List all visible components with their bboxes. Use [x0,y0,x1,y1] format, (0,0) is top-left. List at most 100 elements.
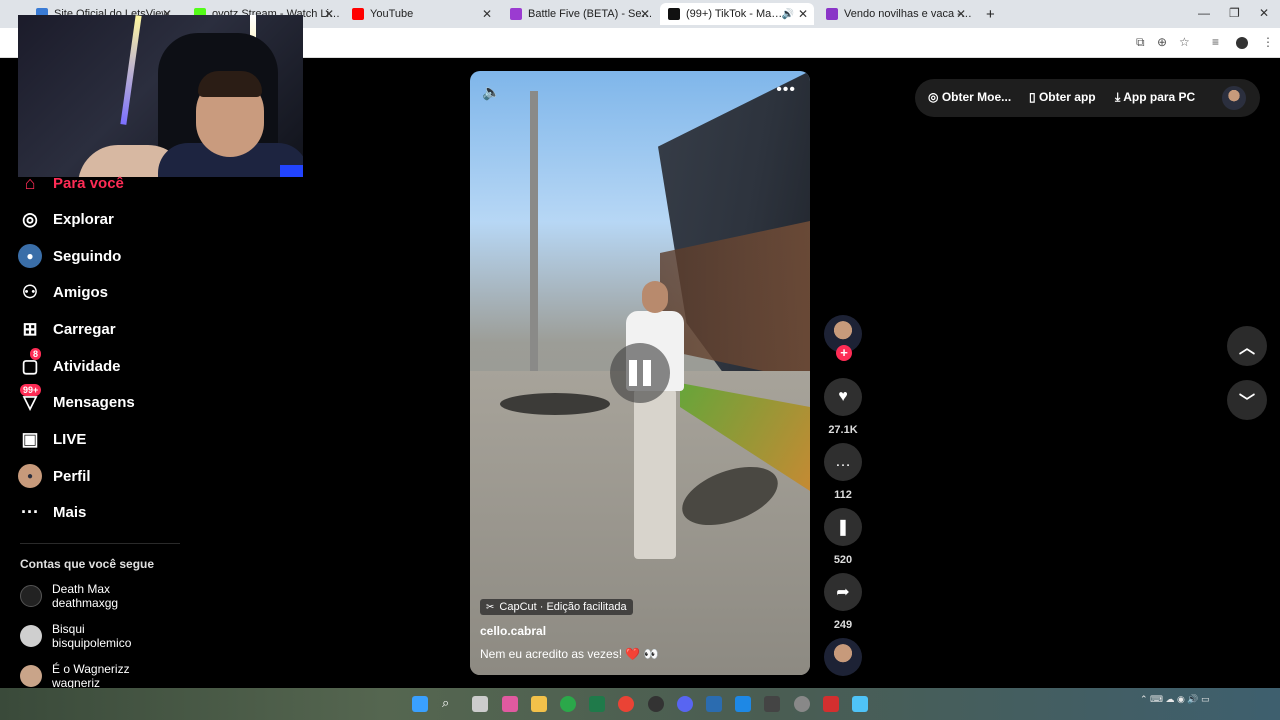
activity-icon: ▢ 8 [18,348,42,378]
close-icon[interactable]: ✕ [324,7,334,21]
sidebar-item-seguindo[interactable]: ● Seguindo [18,241,198,271]
get-coins-button[interactable]: ◎ Obter Moe... [928,90,1011,104]
widgets-icon[interactable] [502,696,518,712]
video-caption: Nem eu acredito as vezes! ❤️ 👀 [480,647,659,661]
tab-olx[interactable]: Vendo novilhas e vaca - Anima ✕ [818,3,972,25]
app-icon[interactable] [706,696,722,712]
messages-badge: 99+ [20,384,42,396]
install-icon[interactable]: ⧉ [1136,35,1145,50]
led-light [120,15,142,125]
more-icon: ··· [21,501,39,522]
chevron-down-icon: ﹀ [1238,394,1255,411]
reading-list-icon[interactable]: ≡ [1212,35,1219,49]
tiktok-icon [668,8,680,20]
zoom-icon[interactable]: ⊕ [1157,35,1167,49]
next-video-button[interactable]: ﹀ [1227,380,1267,420]
more-options-icon[interactable]: ••• [776,81,796,99]
save-button[interactable]: ❚ [824,508,862,546]
app-icon[interactable] [764,696,780,712]
capcut-badge[interactable]: ✂ CapCut · Edição facilitada [480,599,633,615]
new-tab-button[interactable]: + [978,3,998,25]
following-icon: ● [18,244,42,268]
account-item[interactable]: Death Max deathmaxgg [20,582,190,610]
legs [634,389,676,559]
get-app-button[interactable]: ▯ Obter app [1029,90,1096,104]
settings-icon[interactable] [794,696,810,712]
system-tray[interactable]: ⌃ ⌨ ☁ ◉ 🔊 ▭ [1140,694,1210,705]
share-count: 249 [833,619,853,631]
task-view-icon[interactable] [472,696,488,712]
app-icon[interactable] [823,696,839,712]
battle-five-icon [510,8,522,20]
profile-icon: ● [18,464,42,488]
sidebar-item-perfil[interactable]: ● Perfil [18,461,198,491]
close-window-button[interactable]: ✕ [1259,6,1269,20]
comment-count: 112 [834,489,852,501]
save-count: 520 [833,554,853,566]
video-author[interactable]: cello.cabral [480,624,546,638]
sidebar-item-live[interactable]: ▣ LIVE [18,424,198,454]
user-avatar[interactable] [1222,86,1246,110]
account-item[interactable]: É o Wagnerizz wagneriz [20,662,190,690]
bookmark-star-icon[interactable]: ☆ [1179,35,1190,49]
discord-icon[interactable] [677,696,693,712]
tab-battle-five[interactable]: Battle Five (BETA) - Seu Squad ✕ [502,3,656,25]
previous-video-button[interactable]: ︿ [1227,326,1267,366]
chrome-icon[interactable] [618,696,634,712]
share-button[interactable]: ➦ [824,573,862,611]
app-icon[interactable] [735,696,751,712]
menu-icon[interactable]: ⋮ [1262,35,1274,49]
search-icon[interactable]: ⌕ [442,695,458,711]
head [642,281,668,313]
utility-pole [530,91,538,371]
sidebar-item-carregar[interactable]: ⊞ Carregar [18,314,198,344]
youtube-icon [352,8,364,20]
comment-button[interactable]: … [824,443,862,481]
edge-icon[interactable] [560,696,576,712]
volume-icon[interactable]: 🔈 [482,83,501,101]
walking-man [620,281,690,571]
share-icon: ➦ [836,584,850,601]
shadow [500,393,610,415]
avatar [20,585,42,607]
sidebar-item-mais[interactable]: ··· Mais [18,497,198,527]
video-player[interactable]: 🔈 ••• ✂ CapCut · Edição facilitada cello… [470,71,810,675]
excel-icon[interactable] [589,696,605,712]
app-icon[interactable] [648,696,664,712]
maximize-button[interactable]: ❐ [1229,6,1240,20]
close-icon[interactable]: ✕ [482,7,492,21]
app-icon[interactable] [852,696,868,712]
music-avatar[interactable] [824,638,862,676]
close-icon[interactable]: ✕ [640,7,650,21]
close-icon[interactable]: ✕ [798,7,808,21]
like-button[interactable]: ♥ [824,378,862,416]
account-item[interactable]: Bisqui bisquipolemico [20,622,190,650]
sidebar-item-explorar[interactable]: ◎ Explorar [18,204,198,234]
following-accounts-title: Contas que você segue [20,557,155,571]
close-icon[interactable]: ✕ [956,7,966,21]
live-icon: ▣ [21,428,39,449]
like-count: 27.1K [828,424,858,436]
sidebar-item-amigos[interactable]: ⚇ Amigos [18,277,198,307]
windows-taskbar: ⌕ ⌃ ⌨ ☁ ◉ 🔊 ▭ [0,688,1280,720]
heart-icon: ♥ [838,388,848,405]
pc-app-button[interactable]: ⤓ App para PC [1115,90,1195,105]
sidebar-item-mensagens[interactable]: ▽ 99+ Mensagens [18,384,198,417]
minimize-button[interactable]: — [1198,6,1210,20]
profile-avatar[interactable] [1236,37,1248,49]
tab-youtube[interactable]: YouTube ✕ [344,3,498,25]
audio-playing-icon[interactable]: 🔊 [782,9,794,20]
messages-icon: ▽ 99+ [18,384,42,414]
streamer-hair [198,71,262,97]
sidebar-item-para-voce[interactable]: ⌂ Para você [18,168,198,198]
friends-icon: ⚇ [21,281,39,302]
avatar [20,625,42,647]
tab-tiktok[interactable]: (99+) TikTok - Make Your Da 🔊 ✕ [660,3,814,25]
upload-icon: ⊞ [22,318,38,339]
sidebar-item-atividade[interactable]: ▢ 8 Atividade [18,348,198,381]
home-icon: ⌂ [24,172,36,193]
file-explorer-icon[interactable] [531,696,547,712]
pause-button[interactable] [610,343,670,403]
follow-plus-icon[interactable]: + [836,345,852,361]
start-icon[interactable] [412,696,428,712]
